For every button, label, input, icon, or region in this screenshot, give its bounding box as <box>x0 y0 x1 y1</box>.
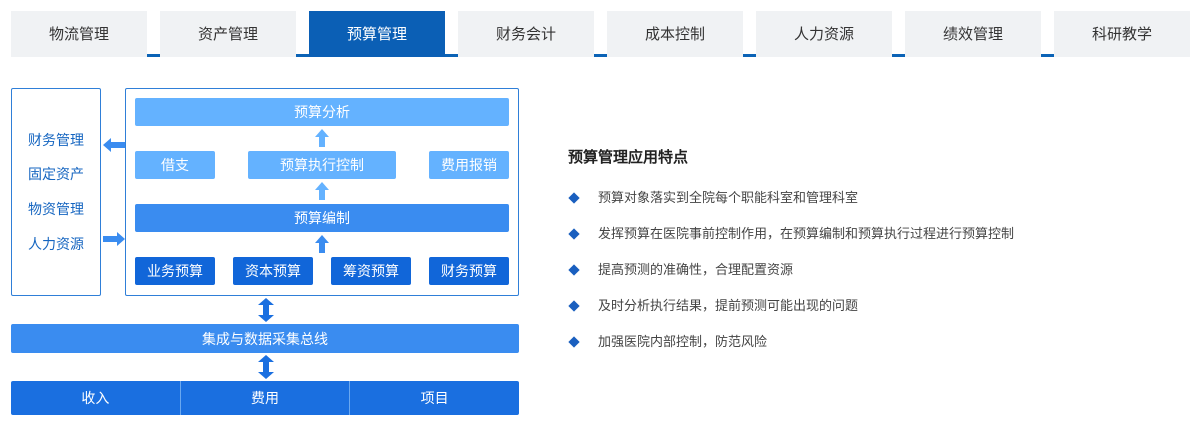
tab-hr[interactable]: 人力资源 <box>756 11 892 57</box>
execution-control-box: 预算执行控制 <box>248 151 396 179</box>
feature-item: 发挥预算在医院事前控制作用，在预算编制和预算执行过程进行预算控制 <box>568 225 1014 261</box>
features-title: 预算管理应用特点 <box>568 148 689 166</box>
tab-research[interactable]: 科研教学 <box>1054 11 1190 57</box>
source-project: 项目 <box>349 381 519 415</box>
side-item-finance: 财务管理 <box>28 133 84 149</box>
diamond-bullet-icon <box>568 300 580 312</box>
tab-accounting[interactable]: 财务会计 <box>458 11 594 57</box>
side-item-hr: 人力资源 <box>28 237 84 253</box>
financial-budget-box: 财务预算 <box>429 257 509 285</box>
tab-cost-control[interactable]: 成本控制 <box>607 11 743 57</box>
source-income: 收入 <box>81 391 110 407</box>
feature-item: 及时分析执行结果，提前预测可能出现的问题 <box>568 297 1014 333</box>
tab-logistics[interactable]: 物流管理 <box>11 11 147 57</box>
financing-budget-box: 筹资预算 <box>331 257 411 285</box>
source-bar: 收入 费用 项目 <box>11 381 519 415</box>
business-budget-box: 业务预算 <box>135 257 215 285</box>
source-expense: 费用 <box>179 381 350 415</box>
expense-report-box: 费用报销 <box>429 151 509 179</box>
diamond-bullet-icon <box>568 264 580 276</box>
arrow-up-icon <box>315 129 329 147</box>
capital-budget-box: 资本预算 <box>233 257 313 285</box>
tab-performance[interactable]: 绩效管理 <box>905 11 1041 57</box>
budget-analysis-box: 预算分析 <box>135 98 509 126</box>
side-item-fixed-assets: 固定资产 <box>28 167 84 183</box>
arrow-up-icon <box>315 235 329 253</box>
tab-assets[interactable]: 资产管理 <box>160 11 296 57</box>
budget-compile-box: 预算编制 <box>135 204 509 232</box>
arrow-right-icon <box>103 232 125 246</box>
feature-item: 预算对象落实到全院每个职能科室和管理科室 <box>568 189 1014 225</box>
module-tab-bar: 物流管理 资产管理 预算管理 财务会计 成本控制 人力资源 绩效管理 科研教学 <box>11 11 1190 57</box>
side-item-materials: 物资管理 <box>28 202 84 218</box>
integration-bus-box: 集成与数据采集总线 <box>11 324 519 353</box>
borrow-box: 借支 <box>135 151 215 179</box>
arrow-left-icon <box>103 138 125 152</box>
diamond-bullet-icon <box>568 192 580 204</box>
diamond-bullet-icon <box>568 228 580 240</box>
features-list: 预算对象落实到全院每个职能科室和管理科室 发挥预算在医院事前控制作用，在预算编制… <box>568 189 1014 369</box>
feature-item: 加强医院内部控制，防范风险 <box>568 333 1014 369</box>
arrow-up-down-icon <box>258 298 274 322</box>
arrow-up-icon <box>315 182 329 200</box>
diamond-bullet-icon <box>568 336 580 348</box>
tab-budget[interactable]: 预算管理 <box>309 11 445 57</box>
side-systems-panel: 财务管理 固定资产 物资管理 人力资源 <box>11 88 101 296</box>
arrow-up-down-icon <box>258 355 274 379</box>
feature-item: 提高预测的准确性，合理配置资源 <box>568 261 1014 297</box>
